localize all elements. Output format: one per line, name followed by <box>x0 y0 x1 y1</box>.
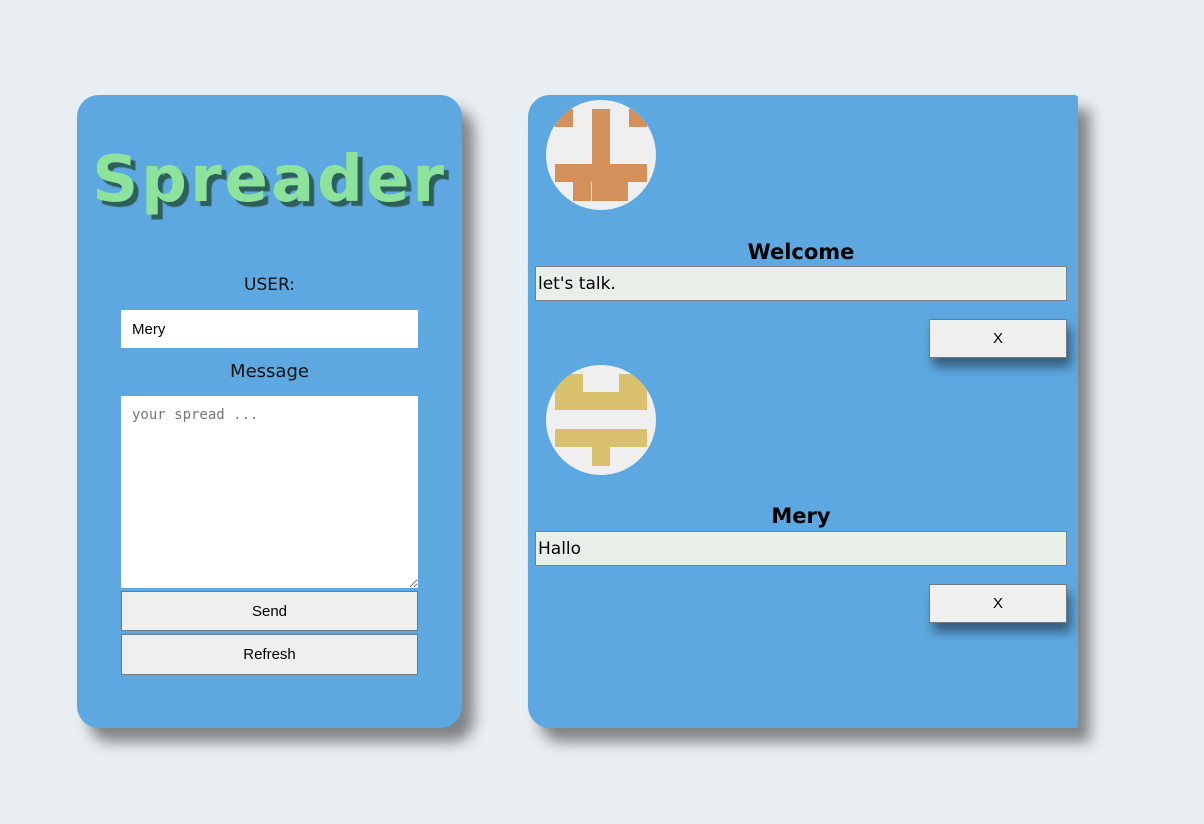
identicon-avatar-icon <box>555 374 647 466</box>
app-title: Spreader <box>92 143 447 217</box>
send-button[interactable]: Send <box>121 591 418 631</box>
post-author: Mery <box>771 504 831 528</box>
message-label: Message <box>230 361 309 382</box>
post-message: let's talk. <box>535 266 1067 301</box>
post-author: Welcome <box>747 240 855 264</box>
delete-post-button[interactable]: X <box>929 584 1067 623</box>
post-message: Hallo <box>535 531 1067 566</box>
post-avatar <box>546 365 656 475</box>
refresh-button[interactable]: Refresh <box>121 634 418 675</box>
identicon-avatar-icon <box>555 109 647 201</box>
compose-panel: Spreader USER: Message Send Refresh <box>77 95 462 728</box>
message-textarea[interactable] <box>121 396 418 588</box>
user-input[interactable] <box>121 310 418 348</box>
post-avatar <box>546 100 656 210</box>
feed-panel: Welcome let's talk. X Mery Hallo X <box>528 95 1078 728</box>
delete-post-button[interactable]: X <box>929 319 1067 358</box>
user-label: USER: <box>244 275 295 295</box>
